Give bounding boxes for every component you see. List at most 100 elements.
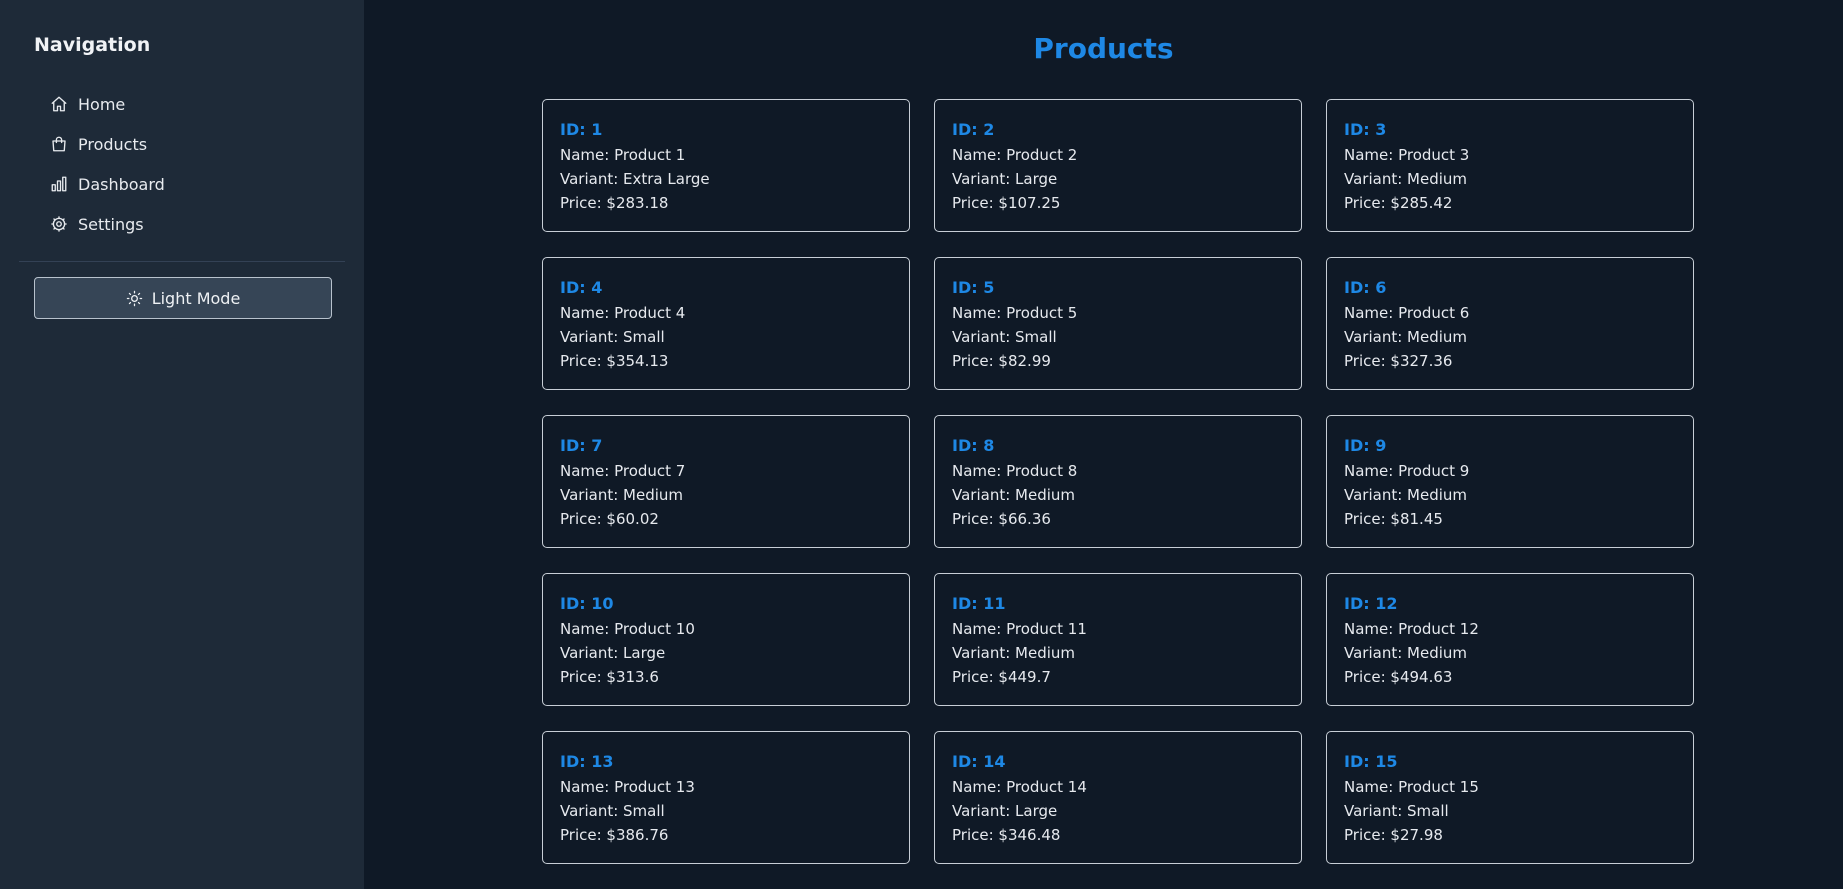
product-variant: Variant: Medium [1344, 483, 1676, 507]
product-card[interactable]: ID: 13 Name: Product 13 Variant: Small Pric… [542, 731, 910, 864]
product-name-value: Product 12 [1398, 620, 1479, 638]
product-id-value: 1 [591, 120, 603, 139]
product-id: ID: 11 [952, 592, 1284, 616]
sidebar-item-settings[interactable]: Settings [19, 204, 345, 244]
sidebar-item-products[interactable]: Products [19, 124, 345, 164]
product-name: Name: Product 2 [952, 143, 1284, 167]
product-variant-value: Large [1015, 802, 1058, 820]
home-icon [50, 95, 68, 113]
product-price-label: Price: $ [1344, 194, 1400, 212]
product-variant-label: Variant: [952, 328, 1016, 346]
product-variant: Variant: Medium [1344, 167, 1676, 191]
product-id-value: 3 [1375, 120, 1387, 139]
product-price-value: 449.7 [1007, 668, 1051, 686]
product-variant: Variant: Large [560, 641, 892, 665]
product-card[interactable]: ID: 11 Name: Product 11 Variant: Medium Pri… [934, 573, 1302, 706]
product-name-label: Name: [1344, 778, 1399, 796]
product-id-value: 11 [983, 594, 1006, 613]
product-id-value: 12 [1375, 594, 1398, 613]
product-card[interactable]: ID: 8 Name: Product 8 Variant: Medium Price… [934, 415, 1302, 548]
product-variant-value: Small [623, 328, 665, 346]
product-name-value: Product 14 [1006, 778, 1087, 796]
product-variant-label: Variant: [1344, 328, 1408, 346]
product-name-label: Name: [560, 778, 615, 796]
product-price-value: 283.18 [615, 194, 669, 212]
product-id-value: 2 [983, 120, 995, 139]
product-card[interactable]: ID: 2 Name: Product 2 Variant: Large Price:… [934, 99, 1302, 232]
product-price: Price: $60.02 [560, 507, 892, 531]
product-name-value: Product 3 [1398, 146, 1470, 164]
product-price-label: Price: $ [952, 352, 1008, 370]
product-card[interactable]: ID: 1 Name: Product 1 Variant: Extra Large… [542, 99, 910, 232]
product-card[interactable]: ID: 4 Name: Product 4 Variant: Small Price:… [542, 257, 910, 390]
product-id: ID: 8 [952, 434, 1284, 458]
product-price-value: 107.25 [1007, 194, 1061, 212]
product-price: Price: $354.13 [560, 349, 892, 373]
product-price: Price: $494.63 [1344, 665, 1676, 689]
sidebar-item-label: Products [78, 134, 148, 154]
product-name-label: Name: [560, 620, 615, 638]
product-id-label: ID: [560, 594, 592, 613]
product-id: ID: 1 [560, 118, 892, 142]
product-card[interactable]: ID: 10 Name: Product 10 Variant: Large Pric… [542, 573, 910, 706]
product-variant-label: Variant: [1344, 486, 1408, 504]
sidebar-item-home[interactable]: Home [19, 84, 345, 124]
product-card[interactable]: ID: 12 Name: Product 12 Variant: Medium Pri… [1326, 573, 1694, 706]
product-name-value: Product 7 [614, 462, 686, 480]
product-price-label: Price: $ [952, 510, 1008, 528]
product-card[interactable]: ID: 9 Name: Product 9 Variant: Medium Price… [1326, 415, 1694, 548]
product-price-value: 386.76 [615, 826, 669, 844]
product-id: ID: 10 [560, 592, 892, 616]
product-name-label: Name: [560, 304, 615, 322]
product-card[interactable]: ID: 3 Name: Product 3 Variant: Medium Price… [1326, 99, 1694, 232]
product-id-label: ID: [952, 278, 984, 297]
product-price: Price: $82.99 [952, 349, 1284, 373]
product-price-label: Price: $ [1344, 352, 1400, 370]
product-id-value: 8 [983, 436, 995, 455]
product-price-value: 81.45 [1399, 510, 1443, 528]
product-id: ID: 15 [1344, 750, 1676, 774]
product-name-label: Name: [952, 304, 1007, 322]
product-name: Name: Product 5 [952, 301, 1284, 325]
sidebar-divider [19, 261, 345, 262]
product-price: Price: $66.36 [952, 507, 1284, 531]
product-id: ID: 7 [560, 434, 892, 458]
product-name-label: Name: [1344, 304, 1399, 322]
sidebar-item-label: Home [78, 94, 126, 114]
product-card[interactable]: ID: 6 Name: Product 6 Variant: Medium Price… [1326, 257, 1694, 390]
product-id-label: ID: [1344, 752, 1376, 771]
product-name-label: Name: [560, 462, 615, 480]
product-card[interactable]: ID: 5 Name: Product 5 Variant: Small Price:… [934, 257, 1302, 390]
sidebar-item-dashboard[interactable]: Dashboard [19, 164, 345, 204]
product-name: Name: Product 9 [1344, 459, 1676, 483]
product-variant-label: Variant: [952, 644, 1016, 662]
main-content: Products ID: 1 Name: Product 1 Variant: Ex… [364, 0, 1843, 889]
product-variant-value: Medium [1407, 328, 1468, 346]
product-id-label: ID: [952, 120, 984, 139]
product-variant-label: Variant: [952, 486, 1016, 504]
light-mode-button[interactable]: Light Mode [34, 277, 332, 319]
product-variant-value: Medium [1407, 170, 1468, 188]
nav-list: Home Products Dashboard Settings [19, 84, 345, 244]
product-card[interactable]: ID: 7 Name: Product 7 Variant: Medium Price… [542, 415, 910, 548]
product-variant-label: Variant: [560, 802, 624, 820]
product-price-value: 313.6 [615, 668, 659, 686]
product-card[interactable]: ID: 15 Name: Product 15 Variant: Small Pric… [1326, 731, 1694, 864]
product-price: Price: $346.48 [952, 823, 1284, 847]
product-id-label: ID: [1344, 436, 1376, 455]
product-price-value: 494.63 [1399, 668, 1453, 686]
product-id: ID: 14 [952, 750, 1284, 774]
product-variant-value: Medium [623, 486, 684, 504]
product-price-label: Price: $ [952, 826, 1008, 844]
product-price-value: 327.36 [1399, 352, 1453, 370]
product-variant: Variant: Extra Large [560, 167, 892, 191]
product-id: ID: 5 [952, 276, 1284, 300]
product-variant: Variant: Medium [1344, 641, 1676, 665]
product-price-label: Price: $ [1344, 826, 1400, 844]
product-variant-label: Variant: [560, 486, 624, 504]
product-card[interactable]: ID: 14 Name: Product 14 Variant: Large Pric… [934, 731, 1302, 864]
product-name-label: Name: [1344, 146, 1399, 164]
product-id-value: 14 [983, 752, 1006, 771]
product-name-label: Name: [952, 146, 1007, 164]
app: Navigation Home Products Dashboard Setti… [0, 0, 1843, 889]
